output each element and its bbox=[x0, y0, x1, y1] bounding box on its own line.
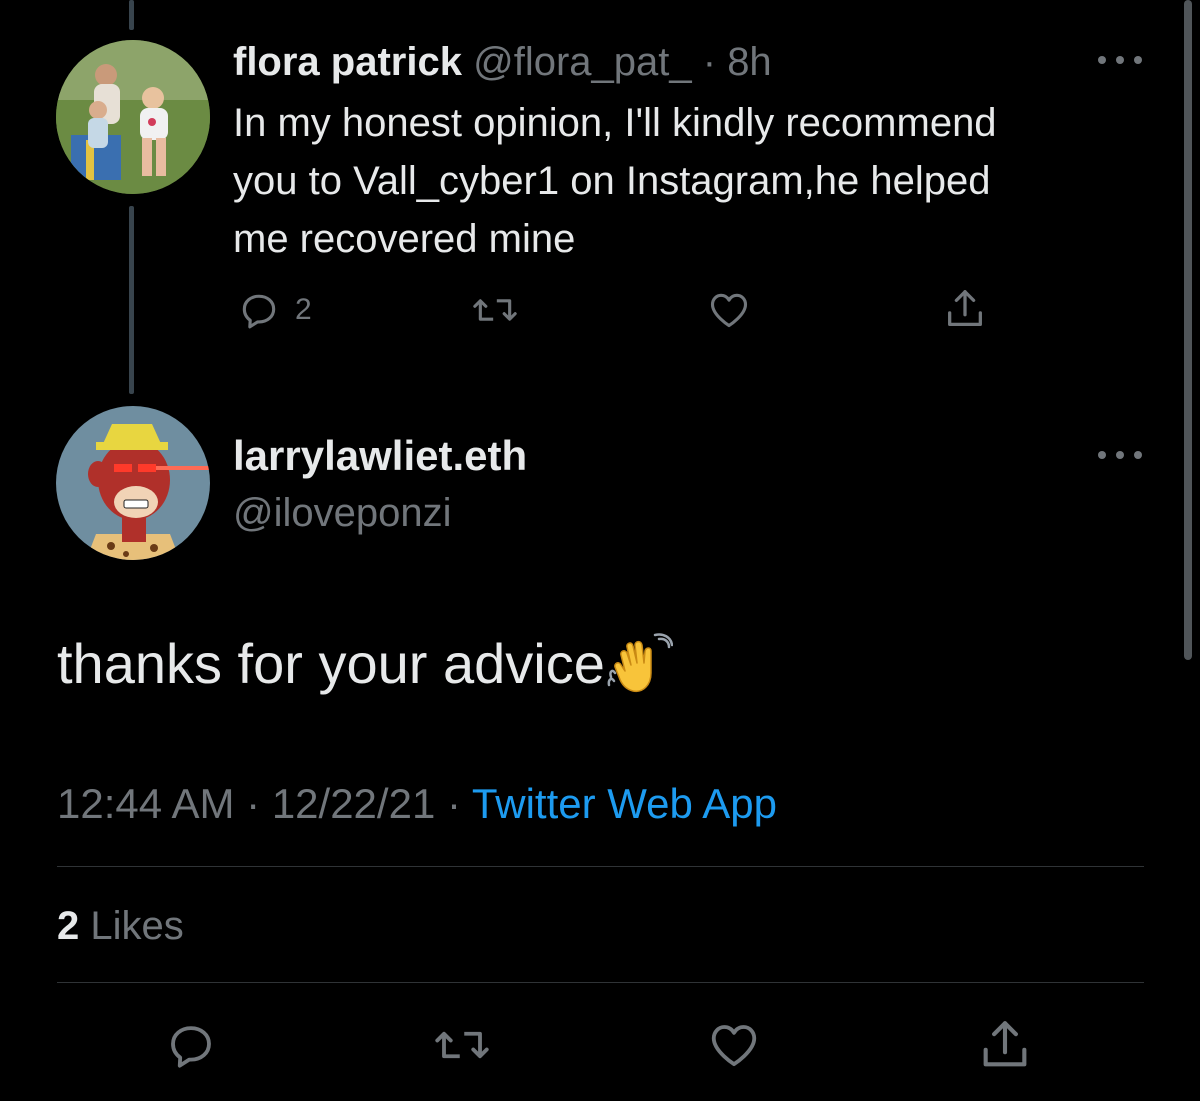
separator: · bbox=[702, 40, 717, 84]
like-icon bbox=[710, 293, 748, 328]
tweet-text-content: thanks for your advice bbox=[57, 632, 605, 695]
more-icon[interactable] bbox=[1098, 445, 1142, 465]
thread-line bbox=[129, 206, 134, 394]
retweet-icon bbox=[435, 1031, 489, 1059]
source-link[interactable]: Twitter Web App bbox=[472, 780, 777, 827]
tweet-detail-page: flora patrick @flora_pat_ · 8h In my hon… bbox=[0, 0, 1200, 1101]
likes-summary[interactable]: 2 Likes bbox=[57, 900, 184, 952]
separator: · bbox=[446, 780, 461, 827]
waving-hand-icon bbox=[607, 633, 673, 693]
author-handle[interactable]: @iloveponzi bbox=[233, 487, 452, 539]
author-handle[interactable]: @flora_pat_ bbox=[473, 40, 692, 84]
divider bbox=[57, 982, 1144, 983]
likes-label: Likes bbox=[90, 904, 184, 948]
thread-line bbox=[129, 0, 134, 30]
reply-icon bbox=[242, 294, 276, 329]
reply-text: In my honest opinion, I'll kindly recomm… bbox=[233, 101, 997, 261]
timestamp[interactable]: 8h bbox=[727, 40, 772, 84]
author-name[interactable]: flora patrick bbox=[233, 40, 462, 84]
tweet-text: thanks for your advice bbox=[57, 628, 673, 700]
retweet-button[interactable] bbox=[470, 288, 520, 332]
tweet-time[interactable]: 12:44 AM bbox=[57, 780, 234, 827]
reply-header: flora patrick @flora_pat_ · 8h bbox=[233, 36, 772, 88]
author-name[interactable]: larrylawliet.eth bbox=[233, 430, 527, 482]
avatar-photo bbox=[56, 40, 210, 194]
divider bbox=[57, 866, 1144, 867]
retweet-icon bbox=[473, 299, 517, 321]
separator: · bbox=[246, 780, 261, 827]
avatar[interactable] bbox=[56, 40, 210, 194]
share-button[interactable] bbox=[976, 1016, 1034, 1074]
more-icon[interactable] bbox=[1098, 50, 1142, 70]
share-icon bbox=[983, 1021, 1027, 1067]
like-icon bbox=[711, 1025, 757, 1067]
reply-button[interactable] bbox=[164, 1018, 218, 1072]
retweet-button[interactable] bbox=[432, 1018, 492, 1072]
avatar-nft-ape bbox=[56, 406, 210, 560]
share-icon bbox=[948, 290, 982, 326]
reply-count: 2 bbox=[295, 293, 312, 326]
like-button[interactable] bbox=[706, 288, 752, 332]
tweet-date[interactable]: 12/22/21 bbox=[272, 780, 436, 827]
share-button[interactable] bbox=[942, 286, 988, 332]
scrollbar[interactable] bbox=[1184, 0, 1192, 660]
avatar[interactable] bbox=[56, 406, 210, 560]
like-button[interactable] bbox=[706, 1018, 762, 1072]
reply-button[interactable]: 2 bbox=[237, 288, 312, 332]
reply-icon bbox=[171, 1026, 211, 1068]
tweet-meta: 12:44 AM · 12/22/21 · Twitter Web App bbox=[57, 778, 777, 830]
likes-count: 2 bbox=[57, 904, 80, 948]
